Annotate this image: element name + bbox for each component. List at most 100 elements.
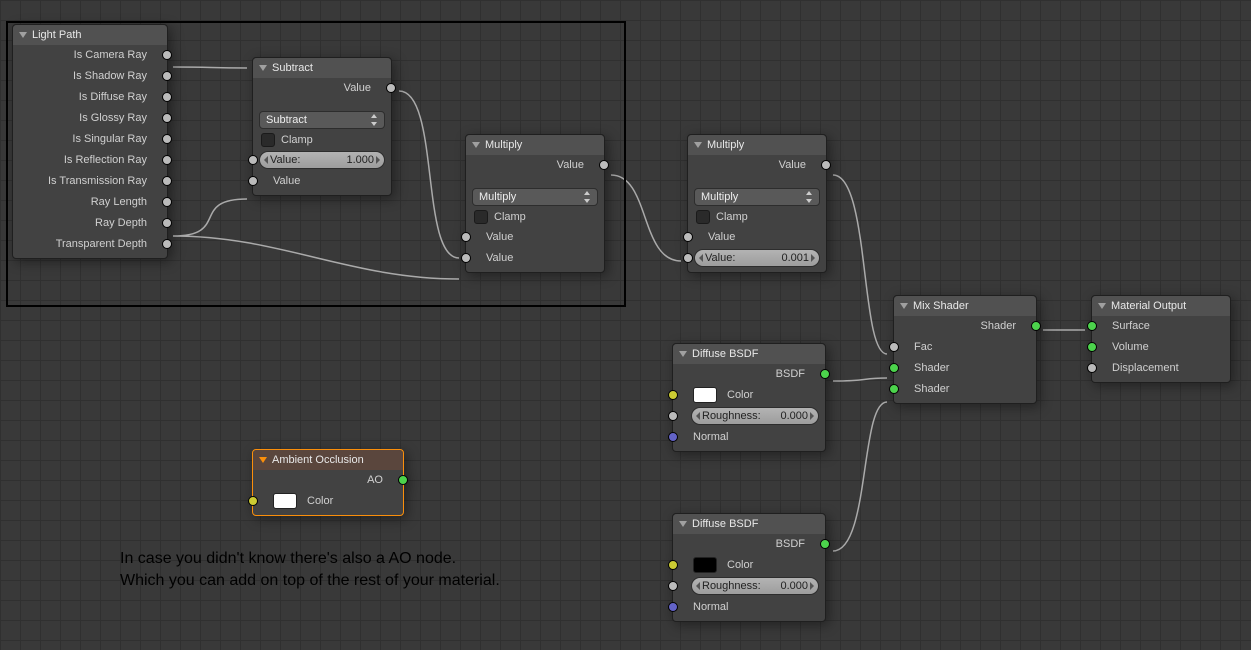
node-title: Diffuse BSDF xyxy=(692,518,758,530)
socket-out[interactable] xyxy=(820,369,830,379)
socket-in[interactable] xyxy=(683,253,693,263)
socket-out[interactable] xyxy=(162,155,172,165)
out-transparent-depth: Transparent Depth xyxy=(46,238,161,250)
checkbox-icon xyxy=(474,210,488,224)
socket-in[interactable] xyxy=(248,176,258,186)
node-header[interactable]: Multiply xyxy=(466,135,604,155)
node-header[interactable]: Subtract xyxy=(253,58,391,78)
node-subtract[interactable]: Subtract Value Subtract Clamp Value:1.00… xyxy=(252,57,392,196)
node-header[interactable]: Material Output xyxy=(1092,296,1230,316)
out-shader: Shader xyxy=(971,320,1030,332)
color-label: Color xyxy=(725,559,763,571)
clamp-checkbox[interactable]: Clamp xyxy=(694,208,820,226)
socket-out[interactable] xyxy=(162,134,172,144)
node-title: Multiply xyxy=(707,139,744,151)
socket-out[interactable] xyxy=(162,50,172,60)
socket-out[interactable] xyxy=(1031,321,1041,331)
socket-out[interactable] xyxy=(162,71,172,81)
socket-in[interactable] xyxy=(1087,363,1097,373)
node-header[interactable]: Diffuse BSDF xyxy=(673,514,825,534)
node-header[interactable]: Diffuse BSDF xyxy=(673,344,825,364)
node-mix-shader[interactable]: Mix Shader Shader Fac Shader Shader xyxy=(893,295,1037,404)
out-is-shadow-ray: Is Shadow Ray xyxy=(63,70,161,82)
roughness-field[interactable]: Roughness:0.000 xyxy=(691,577,819,595)
socket-in[interactable] xyxy=(889,384,899,394)
socket-in[interactable] xyxy=(461,253,471,263)
node-diffuse-2[interactable]: Diffuse BSDF BSDF Color Roughness:0.000 … xyxy=(672,513,826,622)
collapse-icon[interactable] xyxy=(259,65,267,71)
out-is-transmission-ray: Is Transmission Ray xyxy=(38,175,161,187)
socket-in[interactable] xyxy=(668,560,678,570)
out-value: Value xyxy=(547,159,598,171)
in-volume: Volume xyxy=(1098,341,1159,353)
checkbox-icon xyxy=(261,133,275,147)
node-material-output[interactable]: Material Output Surface Volume Displacem… xyxy=(1091,295,1231,383)
out-ray-length: Ray Length xyxy=(81,196,161,208)
socket-out[interactable] xyxy=(821,160,831,170)
socket-out[interactable] xyxy=(162,92,172,102)
node-header[interactable]: Ambient Occlusion xyxy=(253,450,403,470)
socket-in[interactable] xyxy=(1087,342,1097,352)
value-field[interactable]: Value:0.001 xyxy=(694,249,820,267)
socket-out[interactable] xyxy=(820,539,830,549)
socket-in[interactable] xyxy=(248,496,258,506)
node-diffuse-1[interactable]: Diffuse BSDF BSDF Color Roughness:0.000 … xyxy=(672,343,826,452)
operation-dropdown[interactable]: Subtract xyxy=(259,111,385,129)
socket-in[interactable] xyxy=(668,432,678,442)
collapse-icon[interactable] xyxy=(1098,303,1106,309)
value-field[interactable]: Value:1.000 xyxy=(259,151,385,169)
collapse-icon[interactable] xyxy=(472,142,480,148)
collapse-icon[interactable] xyxy=(900,303,908,309)
out-is-diffuse-ray: Is Diffuse Ray xyxy=(69,91,161,103)
node-header[interactable]: Light Path xyxy=(13,25,167,45)
node-ambient-occlusion[interactable]: Ambient Occlusion AO Color xyxy=(252,449,404,516)
socket-in[interactable] xyxy=(889,363,899,373)
socket-in[interactable] xyxy=(668,411,678,421)
socket-out[interactable] xyxy=(162,113,172,123)
socket-out[interactable] xyxy=(162,197,172,207)
caret-left-icon xyxy=(696,582,700,590)
out-is-camera-ray: Is Camera Ray xyxy=(64,49,161,61)
operation-dropdown[interactable]: Multiply xyxy=(472,188,598,206)
socket-out[interactable] xyxy=(162,239,172,249)
clamp-checkbox[interactable]: Clamp xyxy=(472,208,598,226)
node-title: Mix Shader xyxy=(913,300,969,312)
node-header[interactable]: Mix Shader xyxy=(894,296,1036,316)
color-swatch[interactable] xyxy=(273,493,297,509)
dropdown-arrows-icon xyxy=(806,192,813,202)
node-title: Material Output xyxy=(1111,300,1186,312)
collapse-icon[interactable] xyxy=(259,457,267,463)
out-is-singular-ray: Is Singular Ray xyxy=(62,133,161,145)
node-header[interactable]: Multiply xyxy=(688,135,826,155)
socket-in[interactable] xyxy=(1087,321,1097,331)
socket-in[interactable] xyxy=(461,232,471,242)
color-swatch[interactable] xyxy=(693,387,717,403)
operation-dropdown[interactable]: Multiply xyxy=(694,188,820,206)
socket-out[interactable] xyxy=(599,160,609,170)
color-label: Color xyxy=(725,389,763,401)
clamp-checkbox[interactable]: Clamp xyxy=(259,131,385,149)
socket-in[interactable] xyxy=(668,581,678,591)
node-light-path[interactable]: Light Path Is Camera Ray Is Shadow Ray I… xyxy=(12,24,168,259)
roughness-field[interactable]: Roughness:0.000 xyxy=(691,407,819,425)
collapse-icon[interactable] xyxy=(694,142,702,148)
socket-in[interactable] xyxy=(889,342,899,352)
collapse-icon[interactable] xyxy=(679,351,687,357)
socket-out[interactable] xyxy=(398,475,408,485)
in-shader-2: Shader xyxy=(900,383,959,395)
socket-in[interactable] xyxy=(248,155,258,165)
collapse-icon[interactable] xyxy=(679,521,687,527)
socket-out[interactable] xyxy=(162,176,172,186)
socket-in[interactable] xyxy=(683,232,693,242)
socket-out[interactable] xyxy=(386,83,396,93)
node-multiply-2[interactable]: Multiply Value Multiply Clamp Value Valu… xyxy=(687,134,827,273)
collapse-icon[interactable] xyxy=(19,32,27,38)
socket-in[interactable] xyxy=(668,602,678,612)
socket-out[interactable] xyxy=(162,218,172,228)
color-swatch[interactable] xyxy=(693,557,717,573)
socket-in[interactable] xyxy=(668,390,678,400)
in-value-2: Value xyxy=(472,252,523,264)
node-multiply-1[interactable]: Multiply Value Multiply Clamp Value Valu… xyxy=(465,134,605,273)
caret-right-icon xyxy=(810,412,814,420)
in-normal: Normal xyxy=(679,601,738,613)
